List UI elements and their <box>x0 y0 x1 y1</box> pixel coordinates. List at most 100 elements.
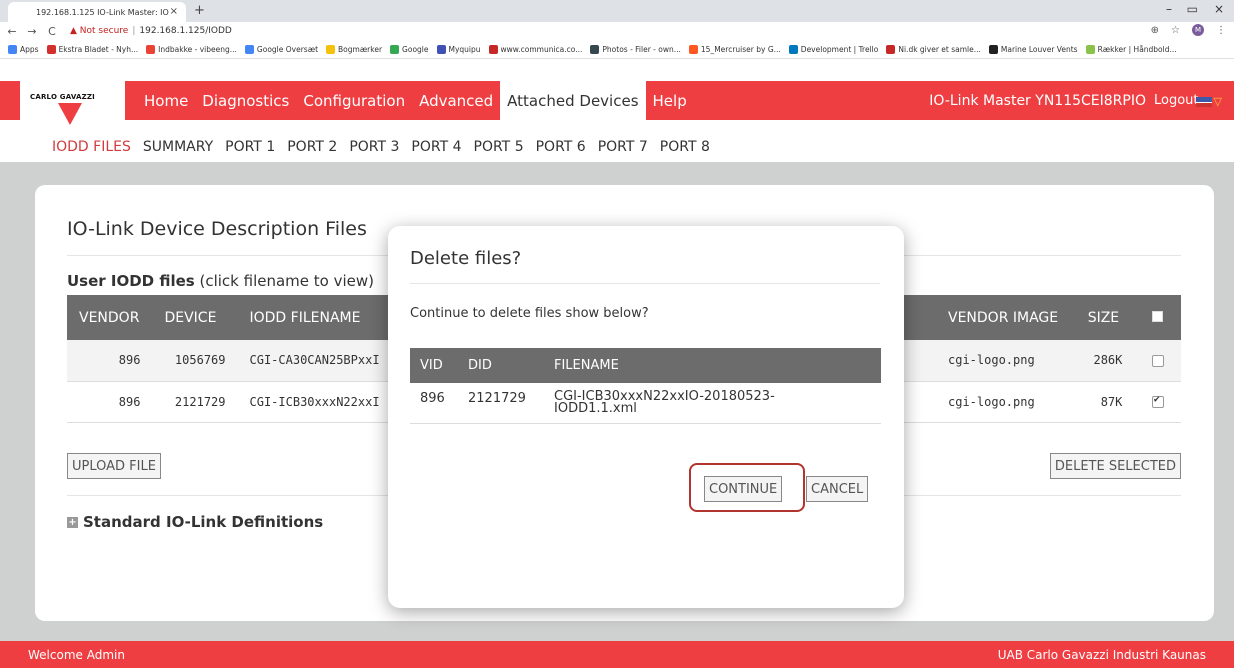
bookmark-icon <box>688 44 698 54</box>
nav-attached-devices[interactable]: Attached Devices <box>500 81 646 120</box>
bookmark-item[interactable]: Indbakke - vibeeng... <box>146 44 237 54</box>
tab-iodd-files[interactable]: IODD FILES <box>52 139 131 155</box>
tab-port-2[interactable]: PORT 2 <box>287 139 337 155</box>
bookmark-item[interactable]: www.communica.co... <box>488 44 582 54</box>
bookmark-icon <box>590 44 600 54</box>
window-close-icon[interactable]: × <box>1214 2 1224 16</box>
tab-port-3[interactable]: PORT 3 <box>349 139 399 155</box>
cell-select <box>1134 340 1181 382</box>
cell-vendor: 896 <box>67 381 153 423</box>
bookmark-icon <box>390 44 400 54</box>
bookmark-icon <box>146 44 156 54</box>
col-vid: VID <box>410 348 458 383</box>
bookmark-label: Rækker | Håndbold... <box>1097 44 1177 54</box>
tab-port-8[interactable]: PORT 8 <box>660 139 710 155</box>
select-all-checkbox[interactable] <box>1152 310 1164 322</box>
bookmark-item[interactable]: Development | Trello <box>788 44 878 54</box>
tab-port-4[interactable]: PORT 4 <box>411 139 461 155</box>
tab-title: 192.168.1.125 IO-Link Master: IO <box>36 7 169 17</box>
tab-port-1[interactable]: PORT 1 <box>225 139 275 155</box>
bookmark-item[interactable]: Ni.dk giver et samle... <box>886 44 981 54</box>
logo-triangle-icon <box>58 103 82 125</box>
bookmark-label: Apps <box>20 44 39 54</box>
continue-button[interactable]: CONTINUE <box>704 476 783 502</box>
cell-device: 1056769 <box>152 340 238 382</box>
upload-file-button[interactable]: UPLOAD FILE <box>67 453 161 479</box>
bookmark-item[interactable]: Bogmærker <box>326 44 383 54</box>
cancel-button[interactable]: CANCEL <box>806 476 869 502</box>
cell-select <box>1134 381 1181 423</box>
tab-port-6[interactable]: PORT 6 <box>536 139 586 155</box>
bookmark-item[interactable]: Google Oversæt <box>244 44 319 54</box>
bookmark-label: Bogmærker <box>338 44 383 54</box>
nav-home[interactable]: Home <box>137 81 195 120</box>
bookmark-label: Google Oversæt <box>256 44 319 54</box>
nav-configuration[interactable]: Configuration <box>296 81 412 120</box>
bookmarks-bar: Apps Ekstra Bladet - Nyh... Indbakke - vib… <box>0 40 1234 59</box>
forward-icon[interactable]: → <box>24 25 40 38</box>
bookmark-icon <box>788 44 798 54</box>
reload-icon[interactable]: C <box>44 25 60 38</box>
row-checkbox[interactable] <box>1151 394 1164 408</box>
bookmark-item[interactable]: Rækker | Håndbold... <box>1085 44 1177 54</box>
minimize-icon[interactable]: – <box>1166 2 1172 16</box>
menu-icon[interactable]: ⋮ <box>1216 25 1226 36</box>
new-tab-icon[interactable]: + <box>194 3 205 18</box>
bookmark-label: Ni.dk giver et samle... <box>898 44 981 54</box>
url-field[interactable]: 192.168.1.125/IODD <box>139 26 231 36</box>
delete-files-table: VID DID FILENAME 896 2121729 CGI-ICB30xxxN… <box>410 348 881 424</box>
delete-selected-button[interactable]: DELETE SELECTED <box>1049 453 1181 479</box>
language-selector[interactable]: ▽ <box>1195 95 1222 108</box>
bookmark-item[interactable]: Apps <box>8 44 39 54</box>
expand-plus-icon: + <box>67 516 78 528</box>
cell-filename: CGI-ICB30xxxN22xxIO-20180523- IODD1.1.xml <box>544 383 881 424</box>
standard-defs-toggle[interactable]: + Standard IO-Link Definitions <box>67 513 323 531</box>
table-header-row: VID DID FILENAME <box>410 348 881 383</box>
bookmark-icon <box>1085 44 1095 54</box>
profile-avatar[interactable]: M <box>1192 24 1204 36</box>
tab-summary[interactable]: SUMMARY <box>143 139 213 155</box>
bookmark-item[interactable]: Ekstra Bladet - Nyh... <box>46 44 138 54</box>
tab-port-5[interactable]: PORT 5 <box>474 139 524 155</box>
row-checkbox[interactable] <box>1151 354 1164 367</box>
bookmark-star-icon[interactable]: ☆ <box>1171 25 1180 36</box>
not-secure-warning[interactable]: ▲ Not secure <box>70 26 128 36</box>
bookmark-icon <box>8 44 17 54</box>
main-nav: Home Diagnostics Configuration Advanced Atta… <box>137 81 694 120</box>
col-vendor-image[interactable]: VENDOR IMAGE <box>936 295 1076 340</box>
cell-size: 87K <box>1075 381 1135 423</box>
page-title: IO-Link Device Description Files <box>67 218 367 240</box>
zoom-icon[interactable]: ⊕ <box>1151 25 1159 36</box>
user-iodd-heading: User IODD files (click filename to view) <box>67 272 374 290</box>
nav-advanced[interactable]: Advanced <box>412 81 500 120</box>
browser-tab[interactable]: 192.168.1.125 IO-Link Master: IO × <box>8 2 186 22</box>
tab-port-7[interactable]: PORT 7 <box>598 139 648 155</box>
col-vendor[interactable]: VENDOR <box>67 295 153 340</box>
bookmark-item[interactable]: Myquipu <box>436 44 481 54</box>
delete-files-dialog: Delete files? Continue to delete files s… <box>388 226 904 608</box>
col-select-all[interactable] <box>1134 295 1181 340</box>
nav-help[interactable]: Help <box>646 81 694 120</box>
bookmark-item[interactable]: Marine Louver Vents <box>988 44 1078 54</box>
bookmark-item[interactable]: Photos - Filer - own... <box>590 44 681 54</box>
cell-device: 2121729 <box>152 381 238 423</box>
cell-vendor-image: cgi-logo.png <box>936 381 1076 423</box>
restore-icon[interactable]: ▭ <box>1187 2 1198 16</box>
carlo-gavazzi-logo[interactable]: CARLO GAVAZZI <box>20 59 125 132</box>
tab-close-icon[interactable]: × <box>170 6 178 17</box>
logout-link[interactable]: Logout <box>1154 93 1199 108</box>
url-separator: | <box>132 26 136 36</box>
cell-did: 2121729 <box>458 383 544 424</box>
bookmark-item[interactable]: 15_Mercruiser by G... <box>688 44 781 54</box>
app-header: CARLO GAVAZZI Home Diagnostics Configurati… <box>0 59 1234 132</box>
bookmark-icon <box>886 44 896 54</box>
nav-diagnostics[interactable]: Diagnostics <box>195 81 296 120</box>
col-device[interactable]: DEVICE <box>152 295 238 340</box>
col-filename: FILENAME <box>544 348 881 383</box>
bookmark-item[interactable]: Google <box>390 44 429 54</box>
bookmark-icon <box>244 44 254 54</box>
address-bar: ← → C ▲ Not secure | 192.168.1.125/IODD … <box>0 22 1234 40</box>
col-size[interactable]: SIZE <box>1075 295 1135 340</box>
sub-nav: IODD FILES SUMMARY PORT 1 PORT 2 PORT 3 PORT … <box>0 132 1234 162</box>
back-icon[interactable]: ← <box>4 25 20 38</box>
